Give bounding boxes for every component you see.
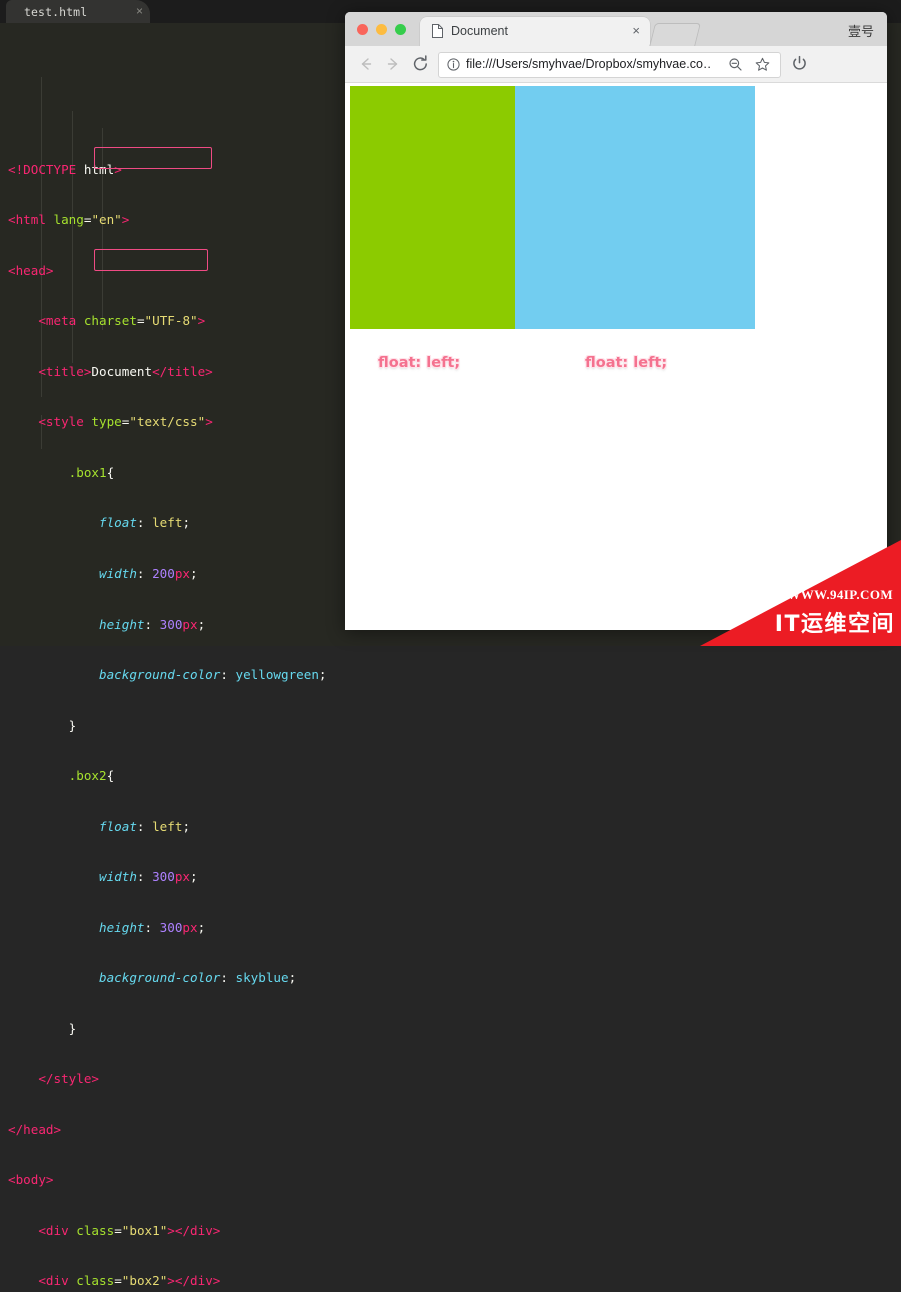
minimize-window-button[interactable] — [376, 24, 387, 35]
annotation-float-left-2: float: left; — [585, 355, 668, 371]
site-info-icon[interactable] — [447, 58, 460, 71]
editor-tab-test-html[interactable]: test.html × — [6, 0, 150, 23]
back-arrow-icon[interactable] — [356, 54, 376, 74]
browser-tab-title: Document — [451, 24, 508, 38]
float-box-2 — [515, 86, 755, 329]
address-bar[interactable]: file:///Users/smyhvae/Dropbox/smyhvae.co… — [438, 52, 781, 78]
address-bar-url: file:///Users/smyhvae/Dropbox/smyhvae.co… — [466, 57, 711, 71]
close-window-button[interactable] — [357, 24, 368, 35]
forward-arrow-icon[interactable] — [383, 54, 403, 74]
code-line: } — [68, 1020, 77, 1036]
bookmark-star-icon[interactable] — [755, 57, 770, 72]
window-user-label: 壹号 — [847, 25, 874, 40]
indent-guide — [41, 77, 42, 397]
browser-tab-strip: Document × 壹号 — [345, 12, 887, 47]
browser-tab-document[interactable]: Document × — [420, 17, 650, 46]
code-line: height: 300px; — [99, 919, 206, 935]
maximize-window-button[interactable] — [395, 24, 406, 35]
three-dot-menu-icon[interactable] — [822, 54, 839, 73]
float-box-1 — [350, 86, 515, 329]
zoom-out-icon[interactable] — [728, 57, 743, 72]
close-icon[interactable]: × — [136, 4, 143, 18]
code-line: width: 300px; — [99, 869, 198, 885]
code-line: .box2{ — [68, 768, 115, 784]
reload-icon[interactable] — [411, 54, 431, 74]
annotation-float-left-1: float: left; — [378, 355, 461, 371]
code-line: </style> — [38, 1071, 100, 1087]
code-line: <body> — [8, 1172, 54, 1188]
code-line: background-color: skyblue; — [99, 970, 297, 986]
code-line: </head> — [8, 1121, 62, 1137]
code-line: } — [68, 717, 77, 733]
browser-toolbar: file:///Users/smyhvae/Dropbox/smyhvae.co… — [345, 46, 887, 83]
page-icon — [432, 24, 443, 38]
page-viewport: float: left; float: left; — [345, 83, 887, 630]
browser-window: Document × 壹号 file:///Users/smyhvae/Drop… — [345, 12, 887, 630]
close-icon[interactable]: × — [632, 23, 640, 38]
code-line: float: left; — [99, 818, 191, 834]
power-icon[interactable] — [791, 55, 808, 72]
code-line: background-color: yellowgreen; — [99, 667, 327, 683]
editor-tab-label: test.html — [24, 5, 88, 19]
code-line: <div class="box1"></div> — [38, 1222, 221, 1238]
code-line: <div class="box2"></div> — [38, 1273, 221, 1289]
new-tab-button[interactable] — [649, 23, 701, 47]
